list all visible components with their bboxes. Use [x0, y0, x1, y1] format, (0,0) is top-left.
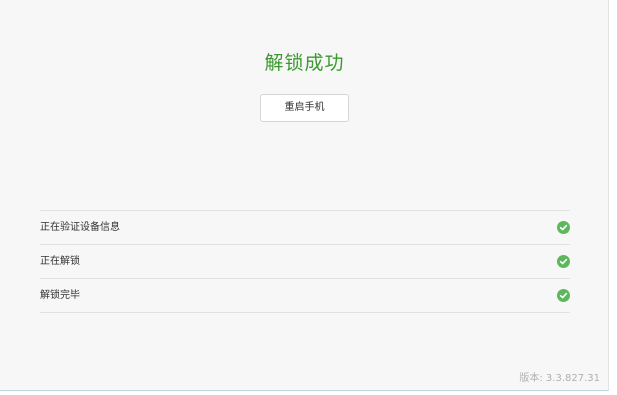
check-circle-icon	[557, 255, 570, 268]
unlock-steps-list: 正在验证设备信息 正在解锁 解锁完毕	[40, 210, 570, 313]
step-label: 正在验证设备信息	[40, 222, 120, 233]
check-circle-icon	[557, 289, 570, 302]
step-item-verify: 正在验证设备信息	[40, 211, 570, 245]
check-circle-icon	[557, 221, 570, 234]
step-label: 正在解锁	[40, 256, 80, 267]
unlock-result-window: 解锁成功 重启手机 正在验证设备信息 正在解锁 解锁完毕 版本: 3.3.827…	[0, 0, 609, 391]
restart-phone-button[interactable]: 重启手机	[260, 94, 349, 122]
version-label: 版本: 3.3.827.31	[519, 373, 600, 384]
unlock-success-title: 解锁成功	[264, 52, 345, 74]
step-label: 解锁完毕	[40, 290, 80, 301]
step-item-unlocking: 正在解锁	[40, 245, 570, 279]
step-item-complete: 解锁完毕	[40, 279, 570, 313]
